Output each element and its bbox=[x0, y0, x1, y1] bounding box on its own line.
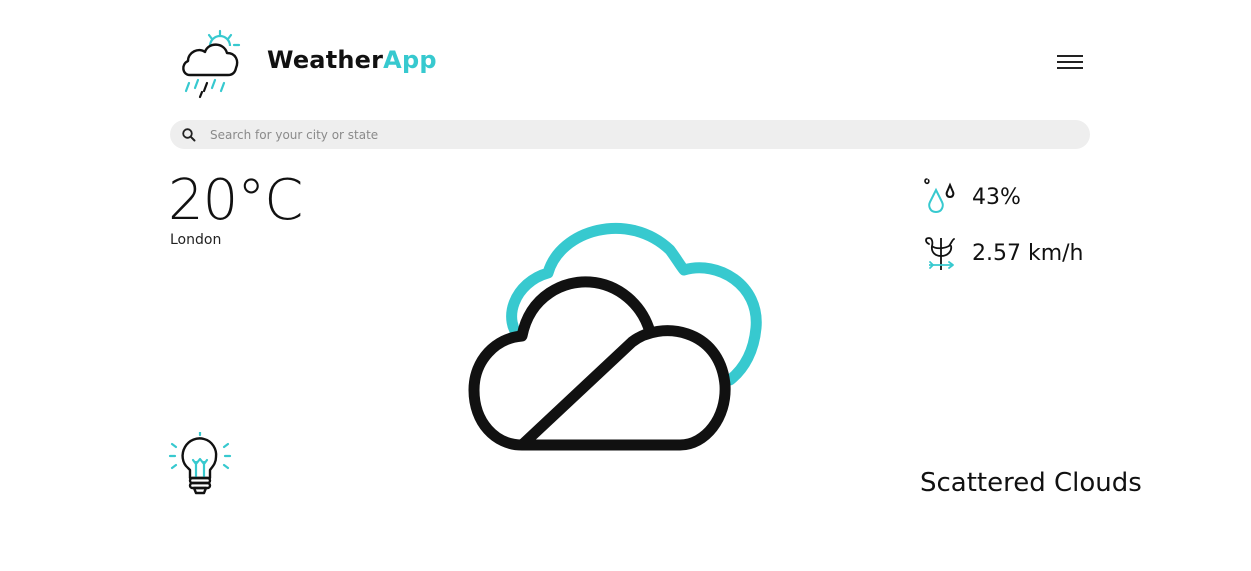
app-brand[interactable]: WeatherApp bbox=[267, 44, 437, 76]
weather-vane-icon bbox=[925, 237, 955, 270]
wind-speed-value: 2.57 km/h bbox=[972, 241, 1084, 266]
search-icon[interactable] bbox=[181, 127, 197, 143]
humidity-drops-icon bbox=[924, 178, 955, 214]
temperature-value: 20°C bbox=[168, 168, 303, 233]
menu-line bbox=[1057, 55, 1083, 57]
cloud-rain-sun-icon bbox=[182, 29, 241, 99]
humidity-value: 43% bbox=[972, 185, 1021, 210]
scattered-clouds-icon bbox=[468, 222, 762, 451]
weather-description: Scattered Clouds bbox=[920, 468, 1142, 498]
search-input[interactable] bbox=[210, 120, 1070, 149]
brand-name-part1: Weather bbox=[267, 46, 384, 74]
menu-line bbox=[1057, 61, 1083, 63]
hamburger-menu-icon[interactable] bbox=[1054, 50, 1086, 74]
search-bar[interactable] bbox=[170, 120, 1090, 149]
menu-line bbox=[1057, 67, 1083, 69]
brand-name-part2: App bbox=[383, 46, 437, 74]
city-name: London bbox=[170, 232, 222, 248]
lightbulb-icon[interactable] bbox=[166, 432, 234, 500]
